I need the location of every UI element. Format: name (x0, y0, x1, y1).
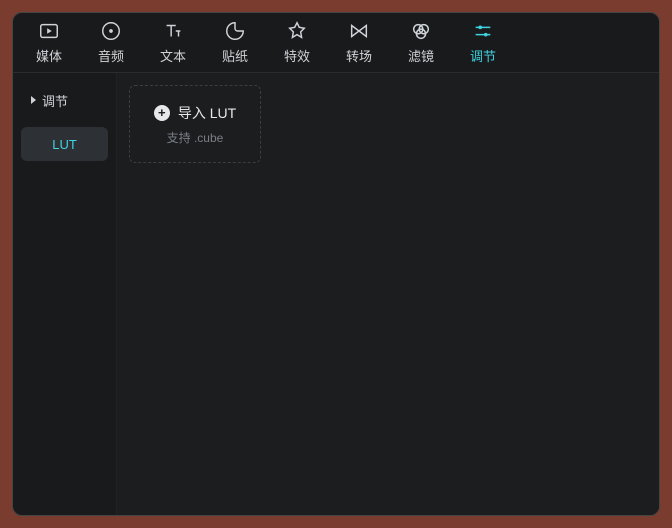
tab-effect[interactable]: 特效 (267, 14, 327, 72)
tab-sticker[interactable]: 贴纸 (205, 14, 265, 72)
app-window: 媒体 音频 文本 贴纸 特效 (12, 12, 660, 516)
plus-icon: + (154, 105, 170, 121)
import-lut-subtitle: 支持 .cube (167, 129, 224, 146)
effect-icon (286, 20, 308, 42)
tab-filter[interactable]: 滤镜 (391, 14, 451, 72)
tab-label: 媒体 (36, 46, 62, 65)
chevron-right-icon (31, 96, 36, 104)
import-lut-title: 导入 LUT (178, 103, 236, 123)
tab-adjust[interactable]: 调节 (453, 14, 513, 72)
tab-audio[interactable]: 音频 (81, 14, 141, 72)
content-panel: + 导入 LUT 支持 .cube (117, 73, 659, 515)
tab-label: 调节 (470, 46, 496, 65)
transition-icon (348, 20, 370, 42)
tab-label: 文本 (160, 46, 186, 65)
sidebar: 调节 LUT (13, 73, 117, 515)
top-tabbar: 媒体 音频 文本 贴纸 特效 (13, 13, 659, 73)
sidebar-item-label: LUT (52, 137, 77, 152)
tab-transition[interactable]: 转场 (329, 14, 389, 72)
filter-icon (410, 20, 432, 42)
tab-media[interactable]: 媒体 (19, 14, 79, 72)
import-lut-title-row: + 导入 LUT (154, 103, 236, 123)
tab-label: 音频 (98, 46, 124, 65)
media-icon (38, 20, 60, 42)
tab-label: 贴纸 (222, 46, 248, 65)
sidebar-item-lut[interactable]: LUT (21, 127, 108, 161)
sidebar-item-label: 调节 (42, 91, 68, 110)
tab-label: 滤镜 (408, 46, 434, 65)
text-icon (162, 20, 184, 42)
sticker-icon (224, 20, 246, 42)
sidebar-item-adjust[interactable]: 调节 (21, 83, 108, 117)
import-lut-card[interactable]: + 导入 LUT 支持 .cube (129, 85, 261, 163)
work-area: 调节 LUT + 导入 LUT 支持 .cube (13, 73, 659, 515)
tab-label: 特效 (284, 46, 310, 65)
audio-icon (100, 20, 122, 42)
tab-text[interactable]: 文本 (143, 14, 203, 72)
tab-label: 转场 (346, 46, 372, 65)
adjust-icon (472, 20, 494, 42)
